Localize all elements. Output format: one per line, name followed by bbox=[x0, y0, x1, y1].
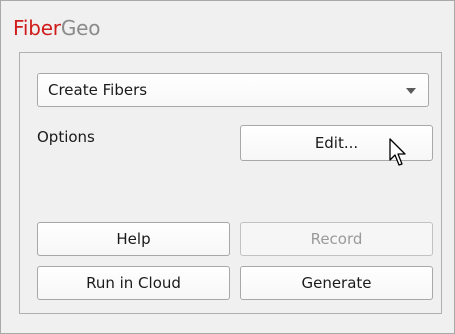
app-title-geo: Geo bbox=[60, 16, 101, 40]
app-title: FiberGeo bbox=[13, 16, 100, 40]
help-button[interactable]: Help bbox=[37, 222, 230, 256]
mouse-pointer-icon bbox=[389, 138, 406, 166]
generate-button[interactable]: Generate bbox=[240, 266, 433, 300]
record-button[interactable]: Record bbox=[240, 222, 433, 256]
options-label: Options bbox=[37, 128, 95, 146]
mode-dropdown-value: Create Fibers bbox=[48, 81, 148, 99]
app-title-fiber: Fiber bbox=[13, 16, 61, 40]
mode-dropdown[interactable]: Create Fibers bbox=[37, 73, 429, 107]
run-in-cloud-button[interactable]: Run in Cloud bbox=[37, 266, 230, 300]
chevron-down-icon bbox=[406, 88, 416, 94]
